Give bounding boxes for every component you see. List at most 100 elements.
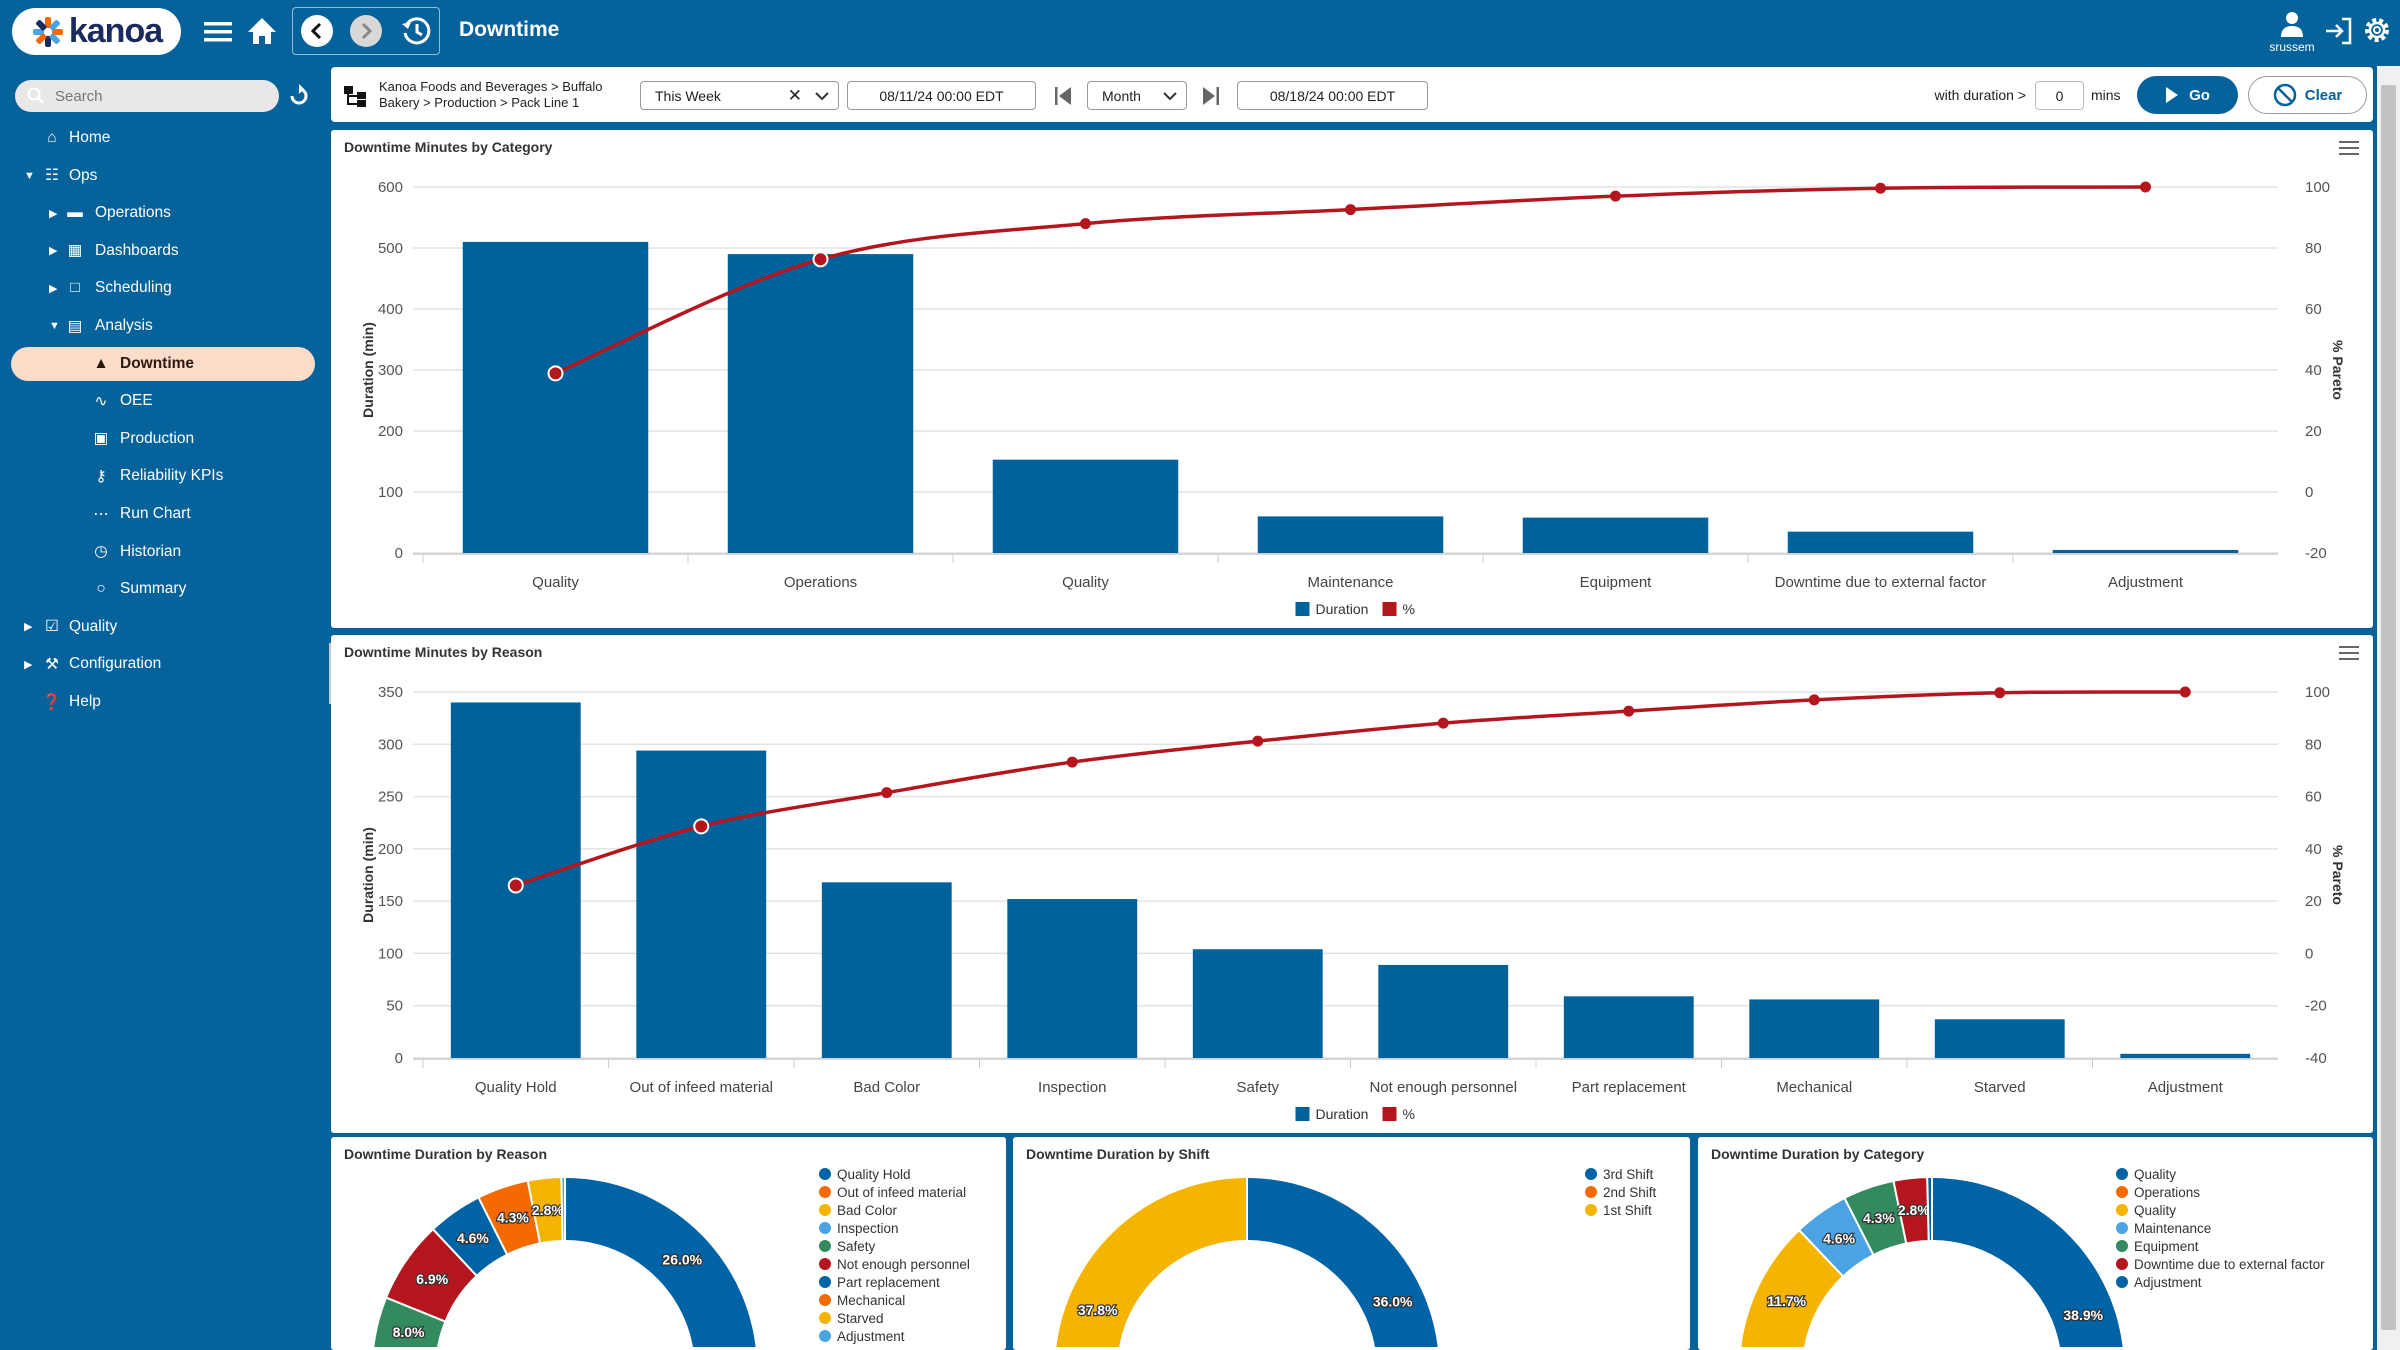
- bar-1[interactable]: [636, 750, 767, 1058]
- back-button[interactable]: [301, 15, 333, 47]
- bar-4[interactable]: [1522, 517, 1709, 553]
- sidebar-item-dashboards[interactable]: ▶ ▦ Dashboards: [0, 234, 329, 268]
- sidebar-item-ops[interactable]: ▼ ☷ Ops: [0, 159, 329, 193]
- legend-item[interactable]: Adjustment: [2116, 1273, 2325, 1291]
- legend-item[interactable]: Starved: [819, 1309, 970, 1327]
- sidebar-item-run-chart[interactable]: ⋯ Run Chart: [0, 497, 329, 531]
- caret-right-icon[interactable]: ▶: [49, 207, 57, 220]
- legend-item[interactable]: Part replacement: [819, 1273, 970, 1291]
- slice-2[interactable]: [1054, 1176, 1248, 1349]
- bar-6[interactable]: [2052, 549, 2239, 553]
- bar-9[interactable]: [2120, 1053, 2251, 1058]
- skip-first-icon[interactable]: [1053, 86, 1073, 106]
- scrollbar-thumb[interactable]: [2381, 85, 2396, 1330]
- bar-2[interactable]: [992, 459, 1179, 553]
- sidebar-item-production[interactable]: ▣ Production: [0, 422, 329, 456]
- bar-5[interactable]: [1378, 964, 1509, 1058]
- search-input[interactable]: [55, 87, 255, 105]
- legend-item[interactable]: Quality Hold: [819, 1165, 970, 1183]
- pareto-point-7[interactable]: [1808, 694, 1820, 706]
- pareto-point-4[interactable]: [1252, 735, 1264, 747]
- legend-item[interactable]: Operations: [2116, 1183, 2325, 1201]
- pareto-point-2[interactable]: [1080, 218, 1091, 230]
- logout-icon[interactable]: [2324, 16, 2354, 46]
- sidebar-item-quality[interactable]: ▶ ☑ Quality: [0, 610, 329, 644]
- bar-4[interactable]: [1192, 949, 1323, 1058]
- caret-down-icon[interactable]: ▼: [49, 320, 60, 332]
- legend-percent-label[interactable]: %: [1403, 1106, 1415, 1122]
- home-icon[interactable]: [247, 15, 277, 47]
- sidebar-item-downtime[interactable]: ▲ Downtime: [11, 346, 315, 381]
- legend-percent-label[interactable]: %: [1403, 601, 1415, 617]
- pareto-point-9[interactable]: [2179, 686, 2191, 698]
- pareto-point-5[interactable]: [1437, 717, 1449, 729]
- end-date-field[interactable]: 08/18/24 00:00 EDT: [1237, 81, 1428, 110]
- legend-item[interactable]: 3rd Shift: [1585, 1165, 1656, 1183]
- hierarchy-icon[interactable]: [343, 84, 369, 108]
- bar-6[interactable]: [1563, 996, 1694, 1058]
- bar-2[interactable]: [821, 882, 952, 1058]
- sidebar-item-help[interactable]: ❓ Help: [0, 685, 329, 719]
- pareto-point-3[interactable]: [1345, 204, 1356, 216]
- legend-duration-label[interactable]: Duration: [1316, 601, 1369, 617]
- legend-item[interactable]: 1st Shift: [1585, 1201, 1656, 1219]
- pareto-point-2[interactable]: [881, 787, 893, 799]
- sidebar-item-summary[interactable]: ○ Summary: [0, 572, 329, 606]
- legend-item[interactable]: Safety: [819, 1237, 970, 1255]
- caret-right-icon[interactable]: ▶: [24, 658, 32, 671]
- legend-item[interactable]: Quality: [2116, 1165, 2325, 1183]
- sidebar-item-operations[interactable]: ▶ ▬ Operations: [0, 196, 329, 230]
- pareto-point-0[interactable]: [507, 877, 524, 894]
- clear-range-icon[interactable]: ✕: [788, 86, 802, 106]
- caret-down-icon[interactable]: ▼: [24, 170, 35, 182]
- menu-icon[interactable]: [203, 17, 233, 47]
- legend-item[interactable]: Not enough personnel: [819, 1255, 970, 1273]
- slice-6[interactable]: [1926, 1176, 1933, 1242]
- slice-0[interactable]: [564, 1176, 758, 1349]
- sidebar-item-reliability-kpis[interactable]: ⚷ Reliability KPIs: [0, 459, 329, 493]
- sidebar-item-scheduling[interactable]: ▶ □ Scheduling: [0, 271, 329, 305]
- bar-7[interactable]: [1749, 999, 1880, 1058]
- period-select[interactable]: Month: [1087, 81, 1187, 110]
- legend-item[interactable]: Maintenance: [2116, 1219, 2325, 1237]
- forward-button[interactable]: [350, 15, 382, 47]
- pareto-point-8[interactable]: [1994, 687, 2006, 699]
- user-icon[interactable]: [2278, 10, 2306, 38]
- legend-duration-label[interactable]: Duration: [1316, 1106, 1369, 1122]
- bar-0[interactable]: [462, 241, 649, 553]
- go-button[interactable]: Go: [2137, 76, 2238, 114]
- pareto-point-4[interactable]: [1610, 190, 1621, 202]
- bar-8[interactable]: [1934, 1019, 2065, 1058]
- search-field[interactable]: [15, 80, 279, 112]
- sidebar-item-historian[interactable]: ◷ Historian: [0, 535, 329, 569]
- user-name[interactable]: srussem: [2268, 40, 2316, 54]
- legend-item[interactable]: Downtime due to external factor: [2116, 1255, 2325, 1273]
- clear-button[interactable]: Clear: [2248, 76, 2367, 114]
- pareto-point-0[interactable]: [547, 365, 564, 382]
- legend-item[interactable]: Equipment: [2116, 1237, 2325, 1255]
- range-select[interactable]: This Week ✕: [640, 81, 839, 110]
- legend-item[interactable]: Out of infeed material: [819, 1183, 970, 1201]
- caret-right-icon[interactable]: ▶: [49, 244, 57, 257]
- settings-icon[interactable]: [2362, 15, 2392, 47]
- legend-item[interactable]: Quality: [2116, 1201, 2325, 1219]
- bar-5[interactable]: [1787, 531, 1974, 553]
- refresh-icon[interactable]: [287, 84, 311, 108]
- legend-item[interactable]: Bad Color: [819, 1201, 970, 1219]
- skip-last-icon[interactable]: [1201, 86, 1221, 106]
- legend-item[interactable]: 2nd Shift: [1585, 1183, 1656, 1201]
- slice-0[interactable]: [1246, 1176, 1440, 1349]
- duration-input[interactable]: 0: [2035, 81, 2084, 110]
- start-date-field[interactable]: 08/11/24 00:00 EDT: [847, 81, 1036, 110]
- legend-item[interactable]: Adjustment: [819, 1327, 970, 1345]
- legend-item[interactable]: Inspection: [819, 1219, 970, 1237]
- bar-3[interactable]: [1257, 516, 1444, 553]
- pareto-point-1[interactable]: [693, 818, 710, 835]
- caret-right-icon[interactable]: ▶: [24, 620, 32, 633]
- pareto-point-3[interactable]: [1066, 756, 1078, 768]
- sidebar-item-home[interactable]: ⌂ Home: [0, 121, 329, 155]
- asset-path[interactable]: Kanoa Foods and Beverages > Buffalo Bake…: [379, 79, 602, 111]
- pareto-point-6[interactable]: [2140, 181, 2151, 193]
- sidebar-item-oee[interactable]: ∿ OEE: [0, 384, 329, 418]
- pareto-point-1[interactable]: [812, 251, 829, 268]
